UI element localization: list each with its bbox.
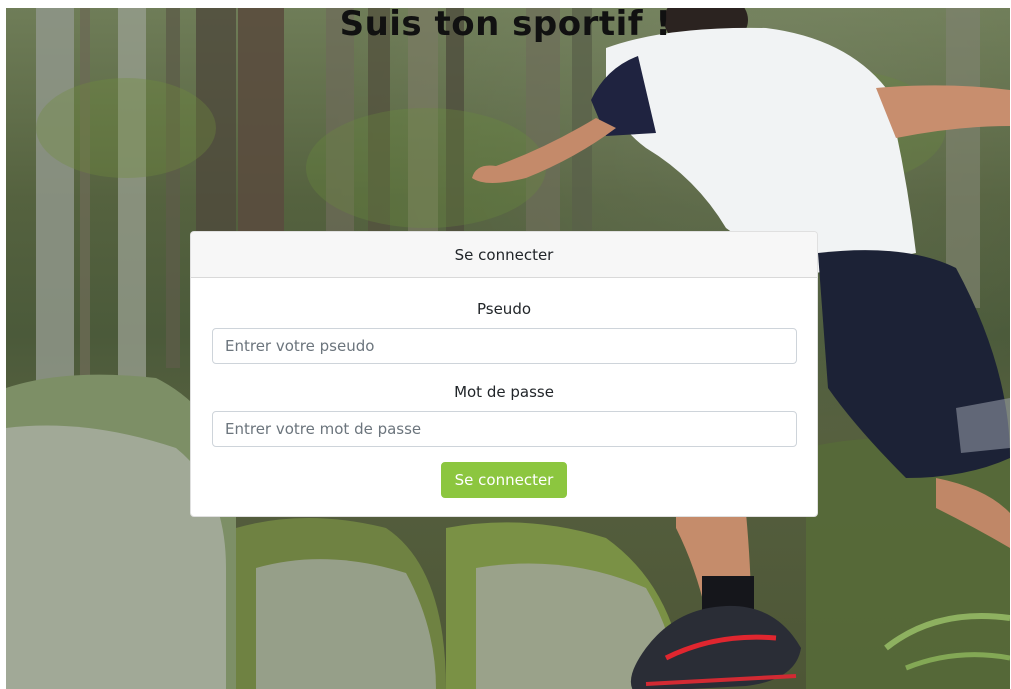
login-submit-button[interactable]: Se connecter	[440, 462, 568, 498]
pseudo-label: Pseudo	[476, 300, 532, 318]
login-card-header: Se connecter	[191, 232, 817, 278]
password-label: Mot de passe	[454, 383, 554, 401]
login-card: Se connecter Pseudo Mot de passe Se conn…	[190, 231, 818, 517]
page: Suis ton sportif ! Se connecter Pseudo M…	[0, 0, 1011, 689]
pseudo-input[interactable]	[212, 328, 797, 364]
login-form: Pseudo Mot de passe Se connecter	[191, 278, 817, 498]
submit-wrap: Se connecter	[212, 462, 796, 498]
page-title: Suis ton sportif !	[339, 4, 672, 44]
password-input[interactable]	[212, 411, 797, 447]
